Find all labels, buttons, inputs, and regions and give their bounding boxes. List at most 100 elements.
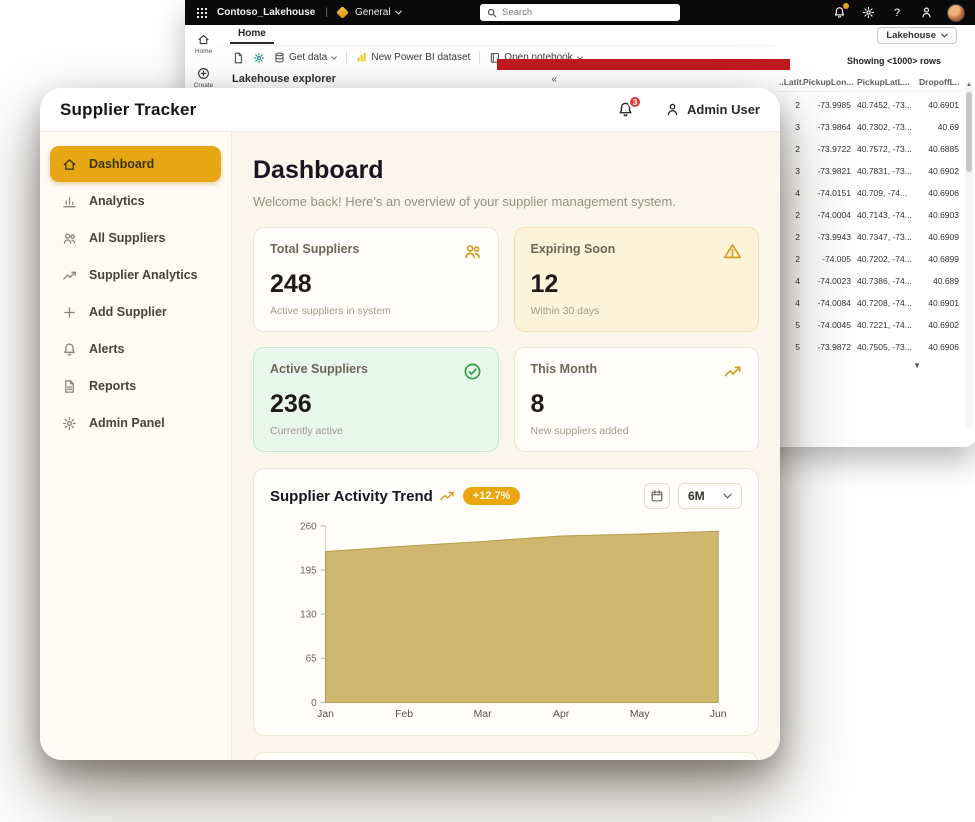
user-avatar[interactable] <box>947 3 965 22</box>
cell-latitude: 5 <box>795 342 800 352</box>
stat-value: 236 <box>270 390 312 418</box>
sidebar-item-analytics[interactable]: Analytics <box>50 183 221 219</box>
cell-pickup-lon: -73.9985 <box>817 100 851 110</box>
scroll-down-indicator[interactable]: ▼ <box>779 358 961 370</box>
table-row[interactable]: 2 -73.9722 40.7572, -73... 40.6885 <box>779 138 961 160</box>
warning-icon <box>723 242 742 261</box>
sidebar-item-all-suppliers[interactable]: All Suppliers <box>50 220 221 256</box>
tab-strip: Home Lakehouse <box>222 25 975 45</box>
home-icon <box>62 156 78 172</box>
sidebar-item-label: Reports <box>89 379 137 393</box>
screenshot-root: Contoso_Lakehouse | General Search ? Hom… <box>0 0 975 822</box>
stat-card-active-suppliers[interactable]: Active Suppliers 236 Currently active <box>253 347 499 452</box>
lakehouse-mode-button[interactable]: Lakehouse <box>877 26 957 44</box>
user-name: Admin User <box>687 102 760 117</box>
user-menu[interactable]: Admin User <box>665 102 760 117</box>
cell-pickup-lat: 40.7221, -74... <box>857 320 912 330</box>
cell-dropoff: 40.6901 <box>928 298 959 308</box>
cell-pickup-lat: 40.7208, -74... <box>857 298 912 308</box>
range-select[interactable]: 6M <box>678 483 742 509</box>
table-settings-icon[interactable] <box>253 52 265 64</box>
scrollbar-up-arrow[interactable]: ▲ <box>965 82 973 88</box>
table-row[interactable]: 4 -74.0151 40.709, -74... 40.6906 <box>779 182 961 204</box>
tab-home[interactable]: Home <box>230 26 274 44</box>
plus-icon <box>62 304 78 320</box>
column-header[interactable]: ..Latit... <box>779 77 803 87</box>
stat-value: 248 <box>270 270 312 298</box>
table-row[interactable]: 2 -74.0004 40.7143, -74... 40.6903 <box>779 204 961 226</box>
topbar-separator: | <box>325 7 328 18</box>
bar-chart-icon <box>62 193 78 209</box>
cell-latitude: 2 <box>795 254 800 264</box>
plus-circle-icon <box>198 68 209 79</box>
cell-pickup-lat: 40.709, -74... <box>857 188 908 198</box>
notifications-icon[interactable] <box>831 2 849 21</box>
sidebar-item-add-supplier[interactable]: Add Supplier <box>50 294 221 330</box>
main-content: Dashboard Welcome back! Here's an overvi… <box>232 132 780 760</box>
scrollbar-thumb[interactable] <box>966 92 972 172</box>
sidebar-item-supplier-analytics[interactable]: Supplier Analytics <box>50 257 221 293</box>
stat-card-expiring-soon[interactable]: Expiring Soon 12 Within 30 days <box>513 227 759 332</box>
table-row[interactable]: 3 -73.9864 40.7302, -73... 40.69 <box>779 116 961 138</box>
new-powerbi-dataset-button[interactable]: New Power BI dataset <box>356 52 470 63</box>
sidebar-item-admin-panel[interactable]: Admin Panel <box>50 405 221 441</box>
rail-item-create[interactable]: Create <box>194 67 213 89</box>
table-row[interactable]: 5 -73.9872 40.7505, -73... 40.6906 <box>779 336 961 358</box>
chart-title: Supplier Activity Trend <box>270 487 433 505</box>
toolbar-divider <box>346 51 348 64</box>
stat-card-total-suppliers[interactable]: Total Suppliers 248 Active suppliers in … <box>253 227 499 332</box>
settings-gear-icon[interactable] <box>860 5 876 21</box>
app-name[interactable]: Contoso_Lakehouse <box>217 7 315 18</box>
cell-dropoff: 40.6903 <box>928 210 959 220</box>
get-data-button[interactable]: Get data <box>274 52 338 63</box>
feedback-person-icon[interactable] <box>918 5 934 21</box>
sidebar-item-reports[interactable]: Reports <box>50 368 221 404</box>
waffle-menu-icon[interactable] <box>195 6 209 20</box>
cell-pickup-lon: -73.9872 <box>817 342 851 352</box>
help-icon[interactable]: ? <box>889 5 905 21</box>
rail-home-label: Home <box>194 48 213 55</box>
table-row[interactable]: 5 -74.0045 40.7221, -74... 40.6902 <box>779 314 961 336</box>
stat-cards-grid: Total Suppliers 248 Active suppliers in … <box>253 227 759 452</box>
stat-card-this-month[interactable]: This Month 8 New suppliers added <box>513 347 759 452</box>
rail-item-home[interactable]: Home <box>195 33 212 55</box>
document-tool-icon[interactable] <box>232 52 244 64</box>
activity-trend-chart: 0 65 130 195 260 Jan Feb Mar Apr May Jun <box>300 521 727 720</box>
stat-sub: New suppliers added <box>530 425 629 437</box>
row-count-status: Showing <1000> rows <box>846 56 941 66</box>
trend-percentage-badge: +12.7% <box>462 487 521 505</box>
users-icon <box>62 230 78 246</box>
table-row[interactable]: 3 -73.9821 40.7831, -73... 40.6902 <box>779 160 961 182</box>
person-icon <box>667 103 678 116</box>
search-input[interactable] <box>502 7 673 18</box>
sidebar-item-label: Supplier Analytics <box>89 268 198 282</box>
column-header[interactable]: DropoffL... <box>919 77 959 87</box>
calendar-button[interactable] <box>644 483 670 509</box>
cell-dropoff: 40.6902 <box>928 320 959 330</box>
get-data-label: Get data <box>289 52 328 63</box>
trend-up-icon <box>439 488 455 504</box>
table-row[interactable]: 2 -73.9985 40.7452, -73... 40.6901 <box>779 94 961 116</box>
notifications-button[interactable]: 3 <box>617 94 643 119</box>
cell-dropoff: 40.6901 <box>928 100 959 110</box>
vertical-scrollbar[interactable]: ▲ <box>965 82 973 428</box>
lakehouse-explorer-header: Lakehouse explorer « <box>222 70 567 88</box>
chevron-down-icon <box>723 493 732 499</box>
table-row[interactable]: 2 -73.9943 40.7347, -73... 40.6909 <box>779 226 961 248</box>
cell-pickup-lon: -74.005 <box>822 254 851 264</box>
cell-pickup-lon: -73.9943 <box>817 232 851 242</box>
svg-text:195: 195 <box>300 565 317 576</box>
notification-count-badge: 3 <box>628 94 643 109</box>
sidebar-item-dashboard[interactable]: Dashboard <box>50 146 221 182</box>
column-header[interactable]: PickupLon... <box>803 77 855 87</box>
workspace-switcher[interactable]: General <box>355 7 402 18</box>
table-row[interactable]: 4 -74.0084 40.7208, -74... 40.6901 <box>779 292 961 314</box>
topbar-search[interactable] <box>480 4 680 21</box>
table-row[interactable]: 2 -74.005 40.7202, -74... 40.6899 <box>779 248 961 270</box>
collapse-panel-icon[interactable]: « <box>551 74 557 85</box>
table-row[interactable]: 4 -74.0023 40.7386, -74... 40.689 <box>779 270 961 292</box>
app-header: Supplier Tracker 3 Admin User <box>40 88 780 132</box>
home-icon <box>198 34 209 45</box>
sidebar-item-alerts[interactable]: Alerts <box>50 331 221 367</box>
column-header[interactable]: PickupLatL... <box>855 77 919 87</box>
